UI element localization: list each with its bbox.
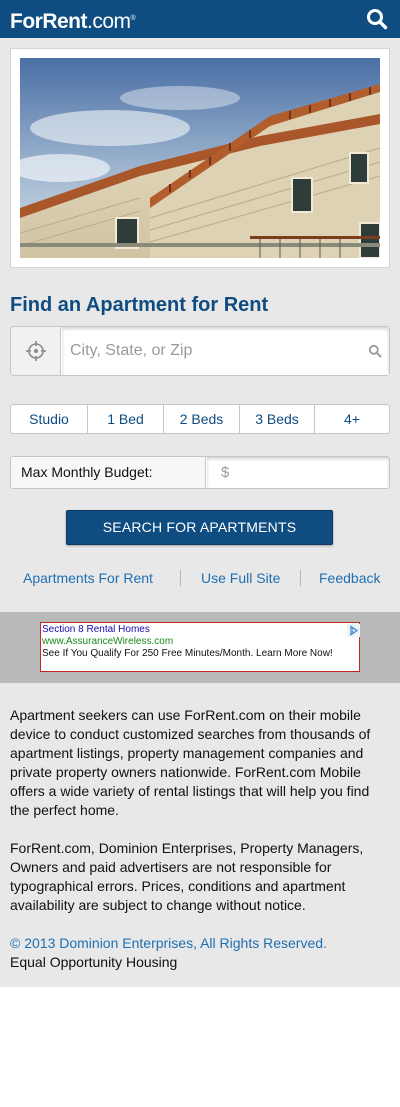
ad-url[interactable]: www.AssuranceWireless.com: [42, 636, 359, 648]
ad-band: Section 8 Rental Homes www.AssuranceWire…: [0, 612, 400, 683]
beds-1-button[interactable]: 1 Bed: [88, 405, 164, 433]
logo-mark: ®: [130, 15, 136, 22]
beds-3-button[interactable]: 3 Beds: [240, 405, 315, 433]
beds-studio-button[interactable]: Studio: [11, 405, 88, 433]
advertisement[interactable]: Section 8 Rental Homes www.AssuranceWire…: [40, 622, 360, 672]
copyright-link[interactable]: © 2013 Dominion Enterprises, All Rights …: [10, 934, 327, 953]
budget-label: Max Monthly Budget:: [11, 457, 206, 488]
equal-housing-text: Equal Opportunity Housing: [10, 954, 178, 970]
budget-field-group: Max Monthly Budget:: [10, 456, 390, 489]
search-icon[interactable]: [364, 6, 390, 32]
apartments-for-rent-link[interactable]: Apartments For Rent: [23, 568, 153, 588]
feedback-link[interactable]: Feedback: [319, 568, 380, 588]
disclaimer-paragraph: ForRent.com, Dominion Enterprises, Prope…: [10, 840, 364, 913]
info-section: Apartment seekers can use ForRent.com on…: [0, 683, 400, 987]
forrent-logo[interactable]: ForRent.com®: [10, 7, 136, 34]
ad-text: See If You Qualify For 250 Free Minutes/…: [42, 648, 333, 659]
link-divider: [300, 570, 301, 586]
description-paragraph: Apartment seekers can use ForRent.com on…: [10, 707, 371, 818]
bedroom-selector: Studio 1 Bed 2 Beds 3 Beds 4+: [10, 404, 390, 434]
locate-me-button[interactable]: [11, 327, 61, 375]
beds-2-button[interactable]: 2 Beds: [164, 405, 240, 433]
logo-main: ForRent: [10, 10, 88, 33]
beds-4plus-button[interactable]: 4+: [315, 405, 389, 433]
full-site-link[interactable]: Use Full Site: [201, 568, 280, 588]
hero-section: [0, 38, 400, 278]
hero-frame: [10, 48, 390, 268]
link-divider: [180, 570, 181, 586]
apartment-building-photo: [20, 58, 380, 258]
search-apartments-button[interactable]: SEARCH FOR APARTMENTS: [66, 510, 333, 545]
location-input[interactable]: [62, 327, 389, 375]
budget-input[interactable]: [207, 457, 389, 488]
page-title: Find an Apartment for Rent: [10, 294, 269, 316]
adchoices-icon[interactable]: [347, 624, 360, 637]
crosshair-icon: [26, 341, 46, 361]
ad-title[interactable]: Section 8 Rental Homes: [42, 624, 359, 636]
search-form-area: Find an Apartment for Rent Studio 1 Bed …: [0, 278, 400, 612]
location-search-box: [10, 326, 390, 376]
footer-links: Apartments For Rent Use Full Site Feedba…: [0, 568, 400, 588]
header-bar: ForRent.com®: [0, 0, 400, 38]
logo-suffix: .com: [87, 10, 131, 33]
input-search-icon: [368, 344, 382, 358]
